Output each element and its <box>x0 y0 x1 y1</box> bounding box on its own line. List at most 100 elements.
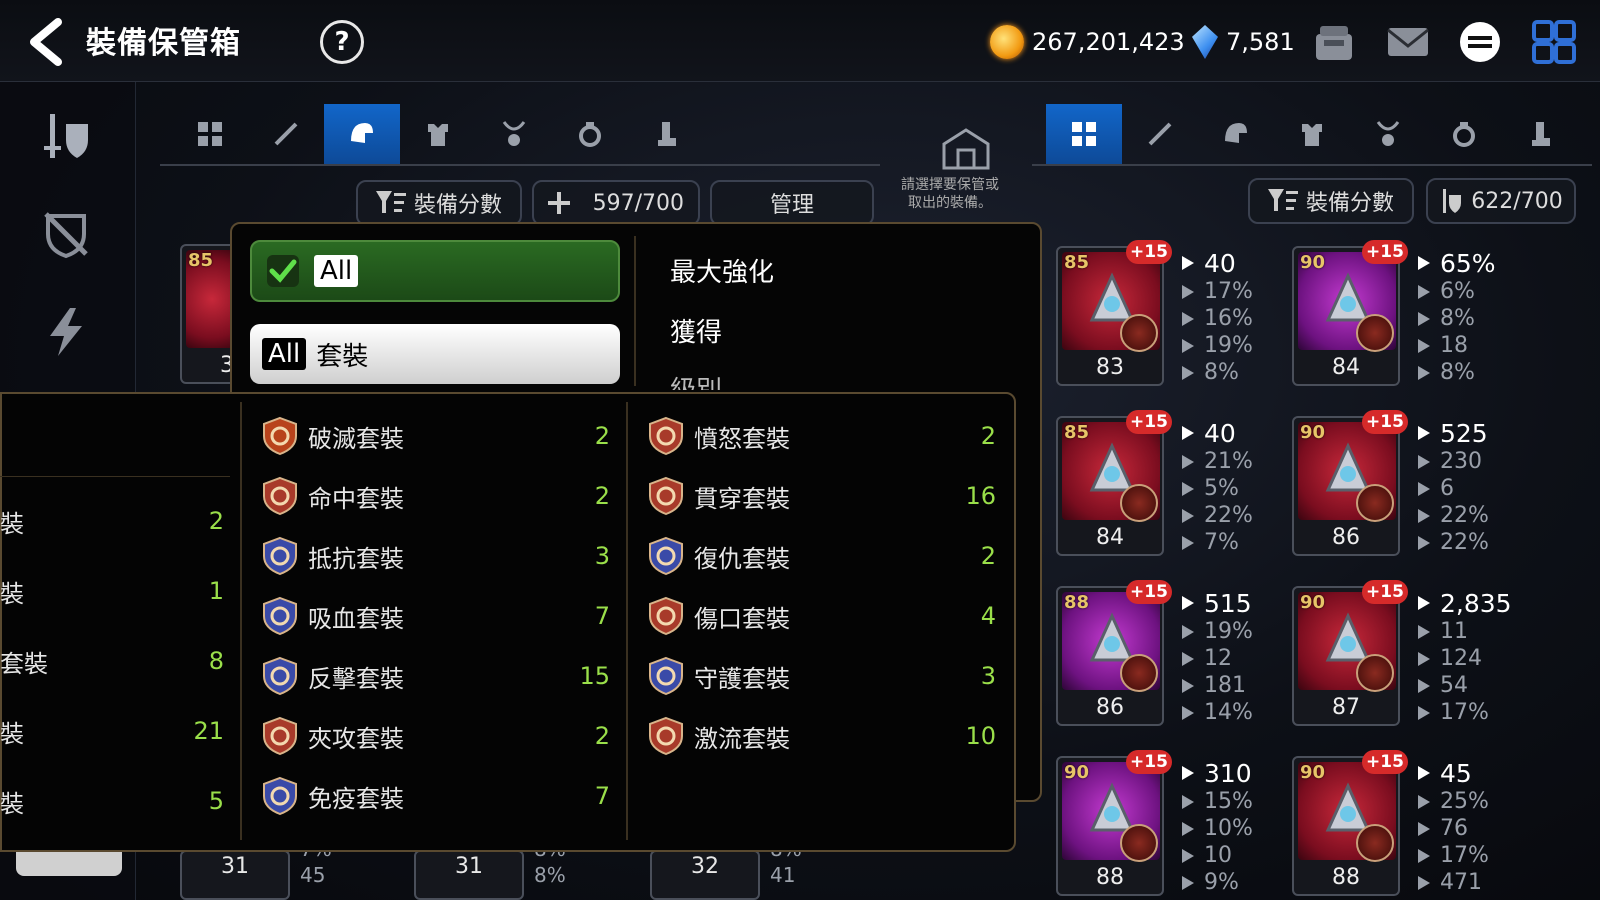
sort-option-acquired[interactable]: 獲得 <box>670 312 722 349</box>
help-button[interactable]: ? <box>320 20 364 64</box>
attack-icon <box>1182 481 1194 496</box>
set-filter-item[interactable]: 激流套裝 10 <box>646 706 996 766</box>
sort-filter-button[interactable]: 裝備分數 <box>356 180 522 226</box>
set-emblem-icon <box>263 716 297 756</box>
tab-weapon[interactable] <box>1122 104 1198 164</box>
stat-value: 19% <box>1204 619 1253 644</box>
set-filter-item[interactable]: 反擊套裝 15 <box>260 646 610 706</box>
speed-icon <box>1182 256 1194 270</box>
tab-necklace[interactable] <box>476 104 552 164</box>
inventory-item-card[interactable]: 90 +15 84 <box>1292 240 1408 386</box>
set-filter-item[interactable]: 裝5 <box>0 766 224 836</box>
inventory-item-card[interactable]: 90 +15 88 <box>1056 750 1172 896</box>
set-filter-item[interactable]: 憤怒套裝 2 <box>646 406 996 466</box>
sort-option-grade[interactable]: 級別 <box>670 370 722 390</box>
checkmark-icon <box>267 255 299 287</box>
manage-button[interactable]: 管理 <box>710 180 874 226</box>
set-count: 10 <box>965 722 996 750</box>
lightning-icon[interactable] <box>40 306 92 358</box>
set-filter-item[interactable]: 裝1 <box>0 556 224 626</box>
inventory-item-card[interactable]: 90 +15 88 <box>1292 750 1408 896</box>
back-arrow-icon[interactable] <box>24 18 68 66</box>
tab-armor[interactable] <box>1274 104 1350 164</box>
stat-value: 41 <box>770 863 796 887</box>
no-shield-icon[interactable] <box>40 208 92 260</box>
chat-icon[interactable] <box>1456 20 1504 64</box>
tab-helmet[interactable] <box>324 104 400 164</box>
set-name: 傷口套裝 <box>694 604 790 633</box>
inventory-box-icon[interactable] <box>1310 20 1358 64</box>
tab-all[interactable] <box>172 104 248 164</box>
sub-stat: 8% <box>1178 359 1298 386</box>
main-stat: 40 <box>1178 418 1298 448</box>
enhance-badge: +15 <box>1126 750 1172 774</box>
set-filter-item[interactable]: 守護套裝 3 <box>646 646 996 706</box>
set-filter-item[interactable]: 夾攻套裝 2 <box>260 706 610 766</box>
stat-value: 8% <box>534 863 566 887</box>
set-count: 2 <box>980 422 996 450</box>
tab-all[interactable] <box>1046 104 1122 164</box>
storage-capacity-button[interactable]: 597/700 <box>532 180 700 226</box>
resist-icon <box>1418 284 1430 299</box>
inventory-item-card[interactable]: 85 +15 83 <box>1056 240 1172 386</box>
sword-shield-icon[interactable] <box>40 110 92 162</box>
stat-value: 124 <box>1440 646 1482 671</box>
main-stat: 515 <box>1178 588 1298 618</box>
filter-option-suit[interactable]: All 套裝 <box>250 324 620 384</box>
set-name: 貫穿套裝 <box>694 484 790 513</box>
set-count: 2 <box>594 422 610 450</box>
set-filter-item[interactable]: 抵抗套裝 3 <box>260 526 610 586</box>
set-filter-item[interactable]: 傷口套裝 4 <box>646 586 996 646</box>
item-stats: 65% 6% 8% 18 8% <box>1414 248 1534 386</box>
set-emblem-icon <box>263 536 297 576</box>
storage-item-card[interactable]: 31 <box>180 850 290 900</box>
set-filter-item[interactable]: 套裝 8 <box>0 626 224 696</box>
tab-helmet[interactable] <box>1198 104 1274 164</box>
tab-ring[interactable] <box>552 104 628 164</box>
inventory-sort-button[interactable]: 裝備分數 <box>1248 178 1414 224</box>
sword-icon <box>1148 122 1172 146</box>
menu-grid-icon[interactable] <box>1530 20 1578 64</box>
tab-ring[interactable] <box>1426 104 1502 164</box>
inventory-item-card[interactable]: 85 +15 84 <box>1056 410 1172 556</box>
enhance-badge: +15 <box>1126 580 1172 604</box>
sub-stat: 6% <box>1414 278 1534 305</box>
page-title: 裝備保管箱 <box>86 26 241 61</box>
set-filter-item[interactable]: 復仇套裝 2 <box>646 526 996 586</box>
speed-icon <box>1418 256 1430 270</box>
inventory-item-card[interactable]: 90 +15 87 <box>1292 580 1408 726</box>
enhance-badge: +15 <box>1126 240 1172 264</box>
storage-item-card[interactable]: 32 <box>650 850 760 900</box>
storage-item-card[interactable]: 31 <box>414 850 524 900</box>
inventory-category-tabs <box>1046 104 1578 164</box>
inventory-item-card[interactable]: 90 +15 86 <box>1292 410 1408 556</box>
stat-value: 17% <box>1440 843 1489 868</box>
set-filter-item[interactable]: 貫穿套裝 16 <box>646 466 996 526</box>
speed-icon <box>1182 426 1194 440</box>
enhance-badge: +15 <box>1362 580 1408 604</box>
tab-boots[interactable] <box>628 104 704 164</box>
tab-divider <box>160 164 880 166</box>
tab-boots[interactable] <box>1502 104 1578 164</box>
stat-value: 12 <box>1204 646 1232 671</box>
set-filter-item[interactable]: 裝2 <box>0 486 224 556</box>
sub-stat: 76 <box>1414 815 1534 842</box>
tab-weapon[interactable] <box>248 104 324 164</box>
inventory-capacity-button[interactable]: 622/700 <box>1426 178 1576 224</box>
item-level: 85 <box>1064 252 1090 273</box>
storage-capacity: 597/700 <box>592 190 684 216</box>
sub-stat: 10% <box>1178 815 1298 842</box>
set-filter-item[interactable]: 破滅套裝 2 <box>260 406 610 466</box>
set-filter-item[interactable]: 免疫套裝 7 <box>260 766 610 826</box>
filter-option-all[interactable]: All <box>250 240 620 302</box>
sort-option-max-enhance[interactable]: 最大強化 <box>670 252 774 289</box>
set-filter-item[interactable]: 命中套裝 2 <box>260 466 610 526</box>
inventory-item-card[interactable]: 88 +15 86 <box>1056 580 1172 726</box>
tab-armor[interactable] <box>400 104 476 164</box>
mail-icon[interactable] <box>1384 20 1432 64</box>
set-filter-item[interactable]: 吸血套裝 7 <box>260 586 610 646</box>
resist-icon <box>1182 284 1194 299</box>
set-filter-item[interactable]: 裝 21 <box>0 696 224 766</box>
main-stat: 40 <box>1178 248 1298 278</box>
tab-necklace[interactable] <box>1350 104 1426 164</box>
